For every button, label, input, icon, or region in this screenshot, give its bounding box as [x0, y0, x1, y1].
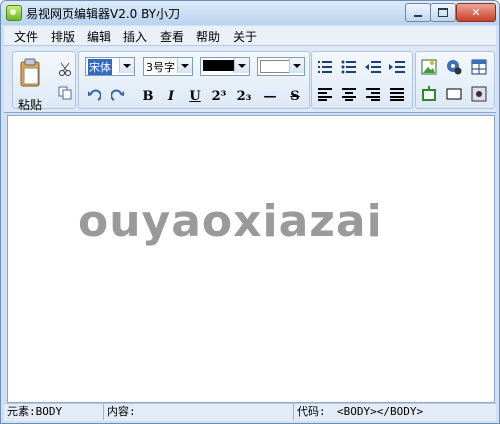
outdent-icon — [365, 61, 381, 73]
insert-table-button[interactable] — [469, 57, 489, 77]
bullet-list-button[interactable] — [339, 57, 359, 77]
copy-button[interactable] — [55, 83, 75, 103]
editor-area[interactable]: ouyaoxiazai — [7, 115, 495, 403]
frame-icon — [422, 86, 436, 101]
menu-file[interactable]: 文件 — [14, 28, 38, 45]
insert-object-button[interactable] — [469, 84, 489, 104]
insert-group — [415, 51, 495, 109]
align-left-icon — [318, 88, 332, 101]
menu-edit[interactable]: 编辑 — [87, 28, 111, 45]
insert-frame-button[interactable] — [419, 84, 439, 104]
menu-bar: 文件 排版 编辑 插入 查看 帮助 关于 — [4, 26, 496, 46]
outdent-button[interactable] — [363, 57, 383, 77]
menu-layout[interactable]: 排版 — [51, 28, 75, 45]
align-right-icon — [366, 88, 380, 101]
minimize-icon — [414, 14, 422, 17]
font-size-value: 3号字 — [146, 61, 175, 74]
italic-button[interactable]: I — [161, 87, 181, 107]
clipboard-icon — [20, 58, 40, 87]
menu-about[interactable]: 关于 — [233, 28, 257, 45]
image-icon — [421, 59, 437, 75]
paste-button[interactable] — [19, 58, 41, 88]
align-center-button[interactable] — [339, 84, 359, 104]
table-icon — [471, 59, 487, 75]
insert-media-button[interactable] — [444, 57, 464, 77]
copy-icon — [58, 86, 72, 100]
watermark-text: ouyaoxiazai — [78, 196, 383, 247]
fore-color-swatch — [203, 60, 235, 71]
font-size-select[interactable]: 3号字 — [143, 57, 193, 76]
maximize-button[interactable] — [430, 3, 456, 22]
undo-icon — [88, 89, 101, 101]
dropdown-arrow-icon[interactable] — [234, 58, 249, 73]
media-icon — [447, 60, 462, 75]
dropdown-arrow-icon[interactable] — [289, 58, 304, 73]
back-color-swatch — [260, 60, 290, 73]
window-title: 易视网页编辑器V2.0 BY小刀 — [26, 7, 181, 21]
minimize-button[interactable] — [405, 3, 431, 22]
status-code-label: 代码: — [297, 405, 326, 418]
box-icon — [446, 88, 462, 100]
toolbar: 粘贴 宋体 3号字 B I U 2³ 2₃ — S — [4, 46, 496, 113]
font-name-value: 宋体 — [88, 59, 112, 75]
close-button[interactable]: ✕ — [456, 3, 496, 22]
status-bar: 元素:BODY 内容: 代码: <BODY></BODY> — [4, 403, 496, 421]
align-center-icon — [342, 88, 356, 101]
subscript-button[interactable]: 2₃ — [234, 87, 254, 107]
status-element: 元素:BODY — [4, 404, 104, 420]
status-content: 内容: — [104, 404, 294, 420]
ordered-list-icon — [318, 61, 332, 73]
align-right-button[interactable] — [363, 84, 383, 104]
bullet-list-icon — [341, 60, 356, 74]
clipboard-group: 粘贴 — [12, 51, 76, 112]
app-icon — [6, 5, 22, 21]
align-left-button[interactable] — [315, 84, 335, 104]
paragraph-group — [311, 51, 413, 109]
bold-button[interactable]: B — [138, 87, 158, 107]
title-bar[interactable]: 易视网页编辑器V2.0 BY小刀 ✕ — [1, 1, 499, 25]
ordered-list-button[interactable] — [315, 57, 335, 77]
font-name-select[interactable]: 宋体 — [85, 57, 135, 76]
align-justify-icon — [390, 88, 404, 101]
undo-button[interactable] — [84, 86, 104, 106]
redo-icon — [111, 89, 124, 101]
status-code-value: <BODY></BODY> — [337, 405, 424, 418]
indent-button[interactable] — [387, 57, 407, 77]
menu-view[interactable]: 查看 — [160, 28, 184, 45]
app-window: 易视网页编辑器V2.0 BY小刀 ✕ 文件 排版 编辑 插入 查看 帮助 关于 … — [0, 0, 500, 424]
align-justify-button[interactable] — [387, 84, 407, 104]
underline-button[interactable]: U — [185, 87, 205, 107]
menu-insert[interactable]: 插入 — [123, 28, 147, 45]
close-icon: ✕ — [471, 6, 481, 19]
strikethrough-button[interactable]: S — [285, 87, 305, 107]
object-icon — [471, 86, 487, 102]
menu-help[interactable]: 帮助 — [196, 28, 220, 45]
dropdown-arrow-icon[interactable] — [177, 58, 192, 73]
scissors-icon — [59, 62, 71, 76]
insert-image-button[interactable] — [419, 57, 439, 77]
horizontal-rule-button[interactable]: — — [260, 87, 280, 107]
maximize-icon — [438, 8, 448, 17]
fore-color-select[interactable] — [200, 57, 250, 76]
indent-icon — [389, 61, 405, 73]
back-color-select[interactable] — [257, 57, 305, 76]
superscript-button[interactable]: 2³ — [209, 87, 229, 107]
insert-box-button[interactable] — [444, 84, 464, 104]
dropdown-arrow-icon[interactable] — [119, 58, 134, 73]
redo-button[interactable] — [108, 86, 128, 106]
paste-label: 粘贴 — [18, 98, 43, 112]
cut-button[interactable] — [55, 59, 75, 79]
